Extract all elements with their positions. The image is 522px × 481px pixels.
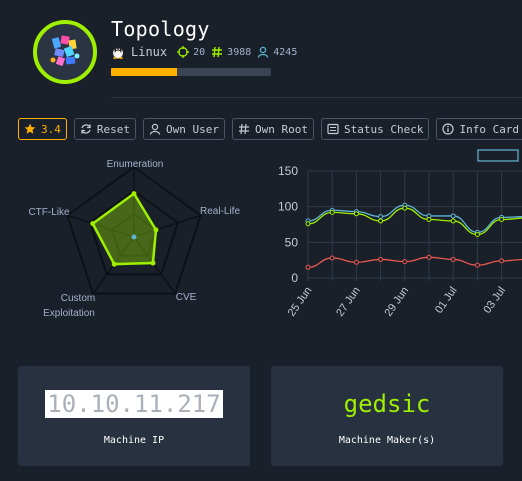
- x-tick-label: 03 Jul: [481, 285, 508, 316]
- linux-penguin-icon: [113, 46, 123, 59]
- server-icon: [327, 123, 339, 135]
- x-tick-label: 01 Jul: [433, 285, 460, 316]
- x-tick-label: 27 Jun: [334, 285, 363, 319]
- y-tick-label: 0: [291, 271, 298, 285]
- hash-icon: [238, 123, 249, 135]
- os-label: Linux: [131, 45, 168, 59]
- machine-ip-card: 10.10.11.217 Machine IP: [18, 366, 250, 466]
- machine-ip-value[interactable]: 10.10.11.217: [45, 390, 223, 418]
- action-toolbar: 3.4 Reset Own User Own Root Status Check: [18, 118, 522, 140]
- series-point: [402, 259, 408, 265]
- user-owns-value: 3988: [227, 46, 252, 58]
- radar-label-cve: CVE: [176, 292, 197, 303]
- series-point: [450, 218, 456, 224]
- machine-ip-caption: Machine IP: [103, 435, 165, 446]
- series-point: [353, 259, 359, 265]
- star-icon: [24, 123, 36, 134]
- info-card-button[interactable]: Info Card: [436, 118, 522, 140]
- series-point: [474, 231, 480, 237]
- progress-bar: [111, 68, 271, 76]
- chart-x-ticks: 25 Jun27 Jun29 Jun01 Jul03 Jul05: [286, 285, 508, 319]
- machine-maker-caption: Machine Maker(s): [338, 435, 436, 446]
- series-point: [450, 256, 456, 262]
- y-tick-label: 150: [278, 164, 298, 178]
- series-point: [450, 213, 456, 219]
- radar-label-custom: Custom: [61, 293, 95, 304]
- activity-line-chart: 150 100 50 0 25 Jun 27 Jun 29 Jun 01 Jul 03 Jul…: [278, 149, 522, 319]
- series-point: [353, 211, 359, 217]
- radar-point: [131, 191, 137, 197]
- status-check-button[interactable]: Status Check: [320, 118, 430, 140]
- info-icon: [442, 123, 455, 135]
- own-user-button[interactable]: Own User: [143, 118, 225, 140]
- own-root-label: Own Root: [254, 122, 308, 136]
- rating-value: 3.4: [41, 122, 61, 136]
- series-point: [426, 254, 432, 260]
- status-check-label: Status Check: [343, 122, 424, 136]
- radar-label-ctf-like: CTF-Like: [28, 207, 70, 218]
- header-divider: [111, 97, 522, 98]
- radar-label-exploitation: Exploitation: [43, 308, 95, 319]
- user-system-owns-icon: [258, 46, 269, 58]
- info-card-label: Info Card: [459, 122, 520, 136]
- radar-label-real-life: Real-Life: [200, 206, 240, 217]
- series-line-1: [307, 207, 522, 236]
- reset-label: Reset: [96, 122, 130, 136]
- series-point: [305, 221, 311, 227]
- reset-button[interactable]: Reset: [73, 118, 136, 140]
- own-user-label: Own User: [166, 122, 219, 136]
- y-tick-label: 100: [278, 200, 298, 214]
- machine-avatar: [33, 20, 97, 84]
- radar-label-enumeration: Enumeration: [107, 159, 164, 170]
- y-tick-label: 50: [285, 235, 299, 249]
- series-line-2: [307, 256, 522, 268]
- legend-box: [477, 149, 519, 162]
- series-point: [426, 217, 432, 223]
- series-point: [329, 255, 335, 261]
- radar-point: [150, 260, 156, 266]
- chart-y-ticks: 150 100 50 0: [278, 164, 298, 285]
- series-point: [378, 256, 384, 262]
- system-owns-value: 4245: [273, 46, 298, 58]
- hash-user-owns-icon: [212, 46, 223, 58]
- user-icon: [149, 123, 161, 135]
- radar-point: [153, 227, 159, 233]
- radar-value-area: [91, 191, 158, 266]
- radar-center-point: [131, 234, 137, 240]
- machine-meta: Linux 20 3988 4245: [111, 44, 303, 60]
- series-line-0: [307, 204, 522, 233]
- machine-maker-link[interactable]: gedsic: [344, 389, 431, 419]
- points-value: 20: [193, 46, 206, 58]
- series-point: [499, 258, 505, 264]
- series-point: [402, 205, 408, 211]
- series-point: [474, 262, 480, 268]
- refresh-icon: [81, 124, 91, 134]
- machine-title: Topology: [111, 17, 210, 41]
- chart-series: [305, 202, 522, 270]
- machine-maker-card: gedsic Machine Maker(s): [271, 366, 503, 466]
- topology-logo-icon: [50, 35, 80, 67]
- series-point: [305, 264, 311, 270]
- x-tick-label: 25 Jun: [286, 285, 315, 319]
- radar-point: [90, 221, 96, 227]
- series-point: [378, 214, 384, 220]
- progress-fill: [111, 68, 177, 76]
- crosshair-points-icon: [177, 46, 190, 58]
- own-root-button[interactable]: Own Root: [231, 118, 314, 140]
- x-tick-label: 29 Jun: [382, 285, 411, 319]
- series-point: [499, 217, 505, 223]
- series-point: [378, 218, 384, 224]
- radar-point: [111, 261, 117, 267]
- series-point: [329, 209, 335, 215]
- rating-radar-chart: Enumeration Real-Life CVE Custom Exploit…: [28, 159, 240, 319]
- rating-button[interactable]: 3.4: [18, 118, 67, 140]
